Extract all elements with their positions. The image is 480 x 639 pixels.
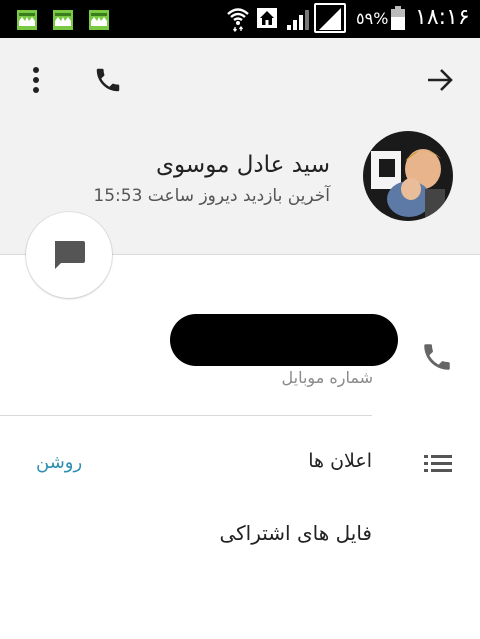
shared-files-item[interactable]: فایل های اشتراکی [219, 521, 372, 545]
signal-icon [287, 10, 309, 34]
notifications-label[interactable]: اعلان ها [308, 450, 372, 472]
list-icon [424, 455, 452, 477]
app-icon [89, 10, 109, 30]
notifications-value[interactable]: روشن [36, 452, 82, 473]
clock: ١٨:١۶ [415, 5, 470, 30]
phone-number-redacted[interactable] [170, 314, 398, 366]
contact-name: سید عادل موسوی [156, 152, 330, 178]
battery-icon [391, 6, 405, 30]
phone-icon[interactable] [88, 62, 128, 98]
avatar[interactable] [363, 131, 453, 221]
app-icon [53, 10, 73, 30]
phone-icon[interactable] [420, 340, 454, 378]
phone-label: شماره موبایل [281, 368, 373, 387]
home-icon [257, 8, 277, 32]
message-icon [55, 241, 85, 269]
message-button[interactable] [26, 212, 112, 298]
signal-icon [314, 3, 346, 33]
app-icon [17, 10, 37, 30]
status-bar: ٥٩% ١٨:١۶ [0, 0, 480, 38]
arrow-forward-icon[interactable] [420, 62, 460, 98]
last-seen-status: آخرین بازدید دیروز ساعت 15:53 [93, 186, 330, 206]
battery-percent: ٥٩% [356, 9, 389, 28]
more-vert-icon[interactable] [22, 64, 50, 96]
divider [0, 415, 372, 416]
wifi-icon [226, 6, 250, 36]
